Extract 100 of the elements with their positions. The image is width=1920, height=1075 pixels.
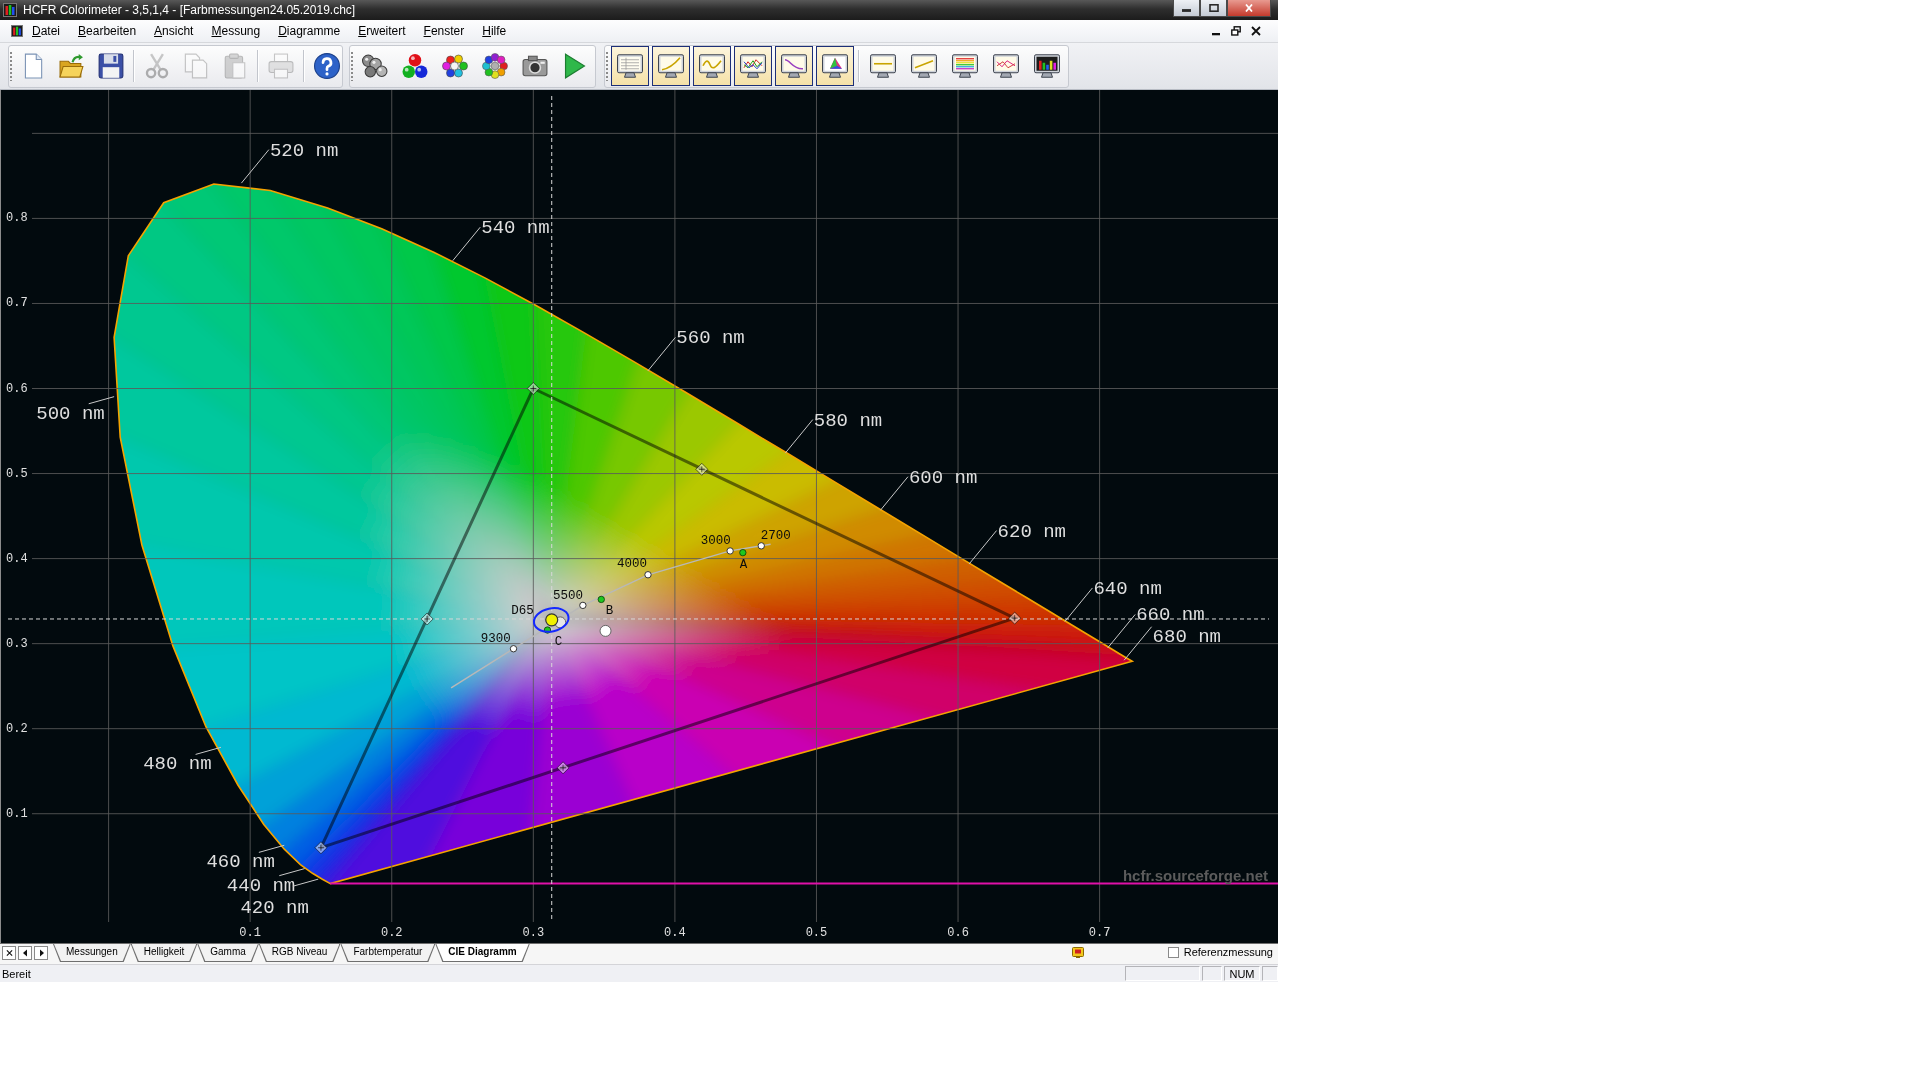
wavelength-label: 500 nm xyxy=(36,402,105,425)
spheres-icon xyxy=(362,53,388,79)
wavelength-label: 440 nm xyxy=(226,874,296,897)
leader-line xyxy=(1123,626,1153,661)
leader-line xyxy=(240,149,270,184)
help-icon xyxy=(314,53,340,79)
view-toggle-button[interactable] xyxy=(611,46,649,86)
point-label: 9300 xyxy=(480,631,511,646)
primary-marker xyxy=(526,382,540,395)
tolerance-ellipse xyxy=(532,607,570,633)
three-balls-icon xyxy=(402,53,428,79)
point-label: C xyxy=(554,634,563,649)
caret-left-icon xyxy=(21,949,29,957)
primary-marker xyxy=(1008,611,1022,625)
view-toggle-button[interactable] xyxy=(775,46,813,86)
menu-item[interactable]: Hilfe xyxy=(473,22,516,40)
menu-item[interactable]: Ansicht xyxy=(145,22,203,40)
scroll-right-button[interactable] xyxy=(34,946,48,960)
point-label: A xyxy=(739,558,748,573)
menu-item[interactable]: Fenster xyxy=(414,22,474,40)
play-icon xyxy=(562,53,588,79)
leader-line xyxy=(88,396,115,405)
point-label: 4000 xyxy=(617,556,647,571)
axis-tick-label: 0.6 xyxy=(947,926,969,940)
point-label: B xyxy=(605,604,614,619)
axis-tick-label: 0.5 xyxy=(805,926,828,940)
ball-cluster-icon xyxy=(442,53,468,79)
wavelength-label: 420 nm xyxy=(240,896,309,919)
status-icon xyxy=(1071,947,1084,958)
axis-tick-label: 0.4 xyxy=(6,551,28,566)
axis-tick-label: 0.3 xyxy=(522,926,545,940)
menu-item[interactable]: Diagramme xyxy=(269,22,350,40)
camera-icon xyxy=(522,53,548,79)
checkbox[interactable] xyxy=(1167,947,1179,958)
leader-line xyxy=(968,530,998,565)
leader-line xyxy=(1064,587,1093,622)
status-text: Bereit xyxy=(2,967,31,980)
tab[interactable]: Helligkeit xyxy=(130,944,198,962)
close-icon xyxy=(5,949,13,957)
secondary-marker xyxy=(695,462,709,476)
status-pane xyxy=(1262,966,1278,981)
axis-tick-label: 0.6 xyxy=(6,381,28,396)
menu-item[interactable]: Erweitert xyxy=(349,22,415,40)
axis-tick-label: 0.4 xyxy=(664,926,686,940)
leader-line xyxy=(258,844,285,853)
leader-line xyxy=(647,336,676,372)
tab[interactable]: CIE Diagramm xyxy=(435,944,530,962)
checkbox-label: Referenzmessung xyxy=(1183,946,1273,958)
tab[interactable]: Gamma xyxy=(197,944,259,962)
tab[interactable]: RGB Niveau xyxy=(258,944,341,962)
ball-ring-icon xyxy=(482,53,508,79)
wavelength-label: 480 nm xyxy=(143,753,212,776)
wavelength-label: 560 nm xyxy=(676,327,745,350)
clipboard-icon xyxy=(222,53,248,79)
scroll-left-button[interactable] xyxy=(18,946,32,960)
monitor-line-icon xyxy=(870,53,896,79)
axis-tick-label: 0.1 xyxy=(6,806,28,821)
document-app-icon xyxy=(11,25,23,37)
axis-tick-label: 0.1 xyxy=(239,926,261,940)
axis-tick-label: 0.5 xyxy=(6,466,28,481)
close-icon xyxy=(1244,4,1254,12)
monitor-stripes-icon xyxy=(952,53,978,79)
monitor-table-icon xyxy=(617,53,643,79)
scissors-icon xyxy=(144,53,170,79)
monitor-triangle-icon xyxy=(822,53,848,79)
axis-tick-label: 0.2 xyxy=(6,721,28,736)
app-icon xyxy=(3,3,17,17)
close-tab-button[interactable] xyxy=(2,946,16,960)
close-icon xyxy=(1251,26,1261,36)
monitor-bars-icon xyxy=(1034,53,1060,79)
monitor-lines-icon xyxy=(740,53,766,79)
primary-marker xyxy=(314,841,328,855)
wavelength-label: 660 nm xyxy=(1136,604,1205,627)
monitor-curve-icon xyxy=(781,53,807,79)
axis-tick-label: 0.7 xyxy=(6,296,28,311)
minimize-icon xyxy=(1182,9,1191,12)
secondary-marker xyxy=(420,612,434,626)
menu-item[interactable]: Bearbeiten xyxy=(69,22,146,40)
axis-tick-label: 0.3 xyxy=(6,636,28,651)
restore-button[interactable] xyxy=(1228,23,1244,39)
restore-icon xyxy=(1231,26,1241,36)
leader-line xyxy=(278,868,306,877)
axis-tick-label: 0.7 xyxy=(1088,926,1111,940)
tab[interactable]: Farbtemperatur xyxy=(340,944,436,962)
leader-line xyxy=(784,419,814,454)
maximize-button[interactable] xyxy=(1200,0,1227,17)
leader-line xyxy=(879,476,909,511)
view-toggle-button[interactable] xyxy=(693,46,731,86)
monitor-curve-icon xyxy=(658,53,684,79)
monitor-line-icon xyxy=(911,53,937,79)
menu-item[interactable]: Datei xyxy=(23,22,70,40)
minimize-button[interactable] xyxy=(1173,0,1200,17)
tab[interactable]: Messungen xyxy=(53,944,131,962)
view-toggle-button[interactable] xyxy=(816,46,854,86)
monitor-lines-icon xyxy=(993,53,1019,79)
view-toggle-button[interactable] xyxy=(652,46,690,86)
menu-item[interactable]: Messung xyxy=(202,22,270,40)
close-button[interactable] xyxy=(1227,0,1271,17)
view-toggle-button[interactable] xyxy=(734,46,772,86)
wavelength-label: 620 nm xyxy=(997,520,1066,543)
